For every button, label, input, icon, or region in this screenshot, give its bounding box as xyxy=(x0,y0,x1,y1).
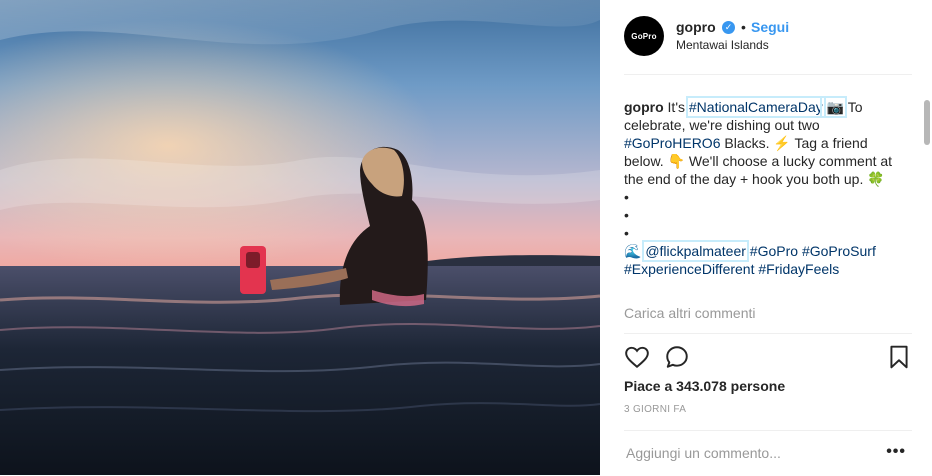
hashtag-link[interactable]: #GoProSurf xyxy=(802,243,876,259)
separator-dot: • xyxy=(741,19,746,35)
comment-icon[interactable] xyxy=(664,344,690,370)
avatar[interactable]: GoPro xyxy=(624,16,664,56)
verified-badge-icon: ✓ xyxy=(722,21,735,34)
heart-icon[interactable] xyxy=(624,344,650,370)
load-more-comments[interactable]: Carica altri commenti xyxy=(624,305,755,321)
post-header: GoPro gopro ✓ • Segui Mentawai Islands xyxy=(624,16,912,75)
hashtag-link[interactable]: #GoProHERO6 xyxy=(624,135,720,151)
bookmark-icon[interactable] xyxy=(886,344,912,370)
caption-scrollbar[interactable] xyxy=(924,100,930,145)
more-options-icon[interactable]: ••• xyxy=(886,443,906,461)
hashtag-link[interactable]: #NationalCameraDay xyxy=(685,96,826,118)
caption-username[interactable]: gopro xyxy=(624,99,664,115)
surfer-sunset-image xyxy=(0,0,600,475)
follow-button[interactable]: Segui xyxy=(751,19,789,35)
comment-bar: ••• xyxy=(624,430,912,476)
post-timestamp: 3 GIORNI FA xyxy=(624,404,687,415)
post-actions: Piace a 343.078 persone 3 GIORNI FA xyxy=(624,333,912,444)
bullet: • xyxy=(624,207,629,223)
hashtag-link[interactable]: #ExperienceDifferent xyxy=(624,261,754,277)
mention-link[interactable]: @flickpalmateer xyxy=(642,240,749,262)
like-count[interactable]: Piace a 343.078 persone xyxy=(624,378,785,394)
location-link[interactable]: Mentawai Islands xyxy=(676,38,769,52)
hashtag-link[interactable]: #FridayFeels xyxy=(758,261,839,277)
post-photo[interactable] xyxy=(0,0,600,475)
avatar-logo-text: GoPro xyxy=(631,31,657,41)
camera-emoji: 📷 xyxy=(819,96,848,118)
post-caption: gopro It's #NationalCameraDay 📷 To celeb… xyxy=(624,96,906,278)
hashtag-link[interactable]: #GoPro xyxy=(750,243,798,259)
bullet: • xyxy=(624,189,629,205)
wave-emoji: 🌊 xyxy=(624,243,646,259)
bullet: • xyxy=(624,225,629,241)
caption-text: It's xyxy=(663,99,689,115)
username[interactable]: gopro xyxy=(676,19,716,35)
comment-input[interactable] xyxy=(624,441,878,465)
